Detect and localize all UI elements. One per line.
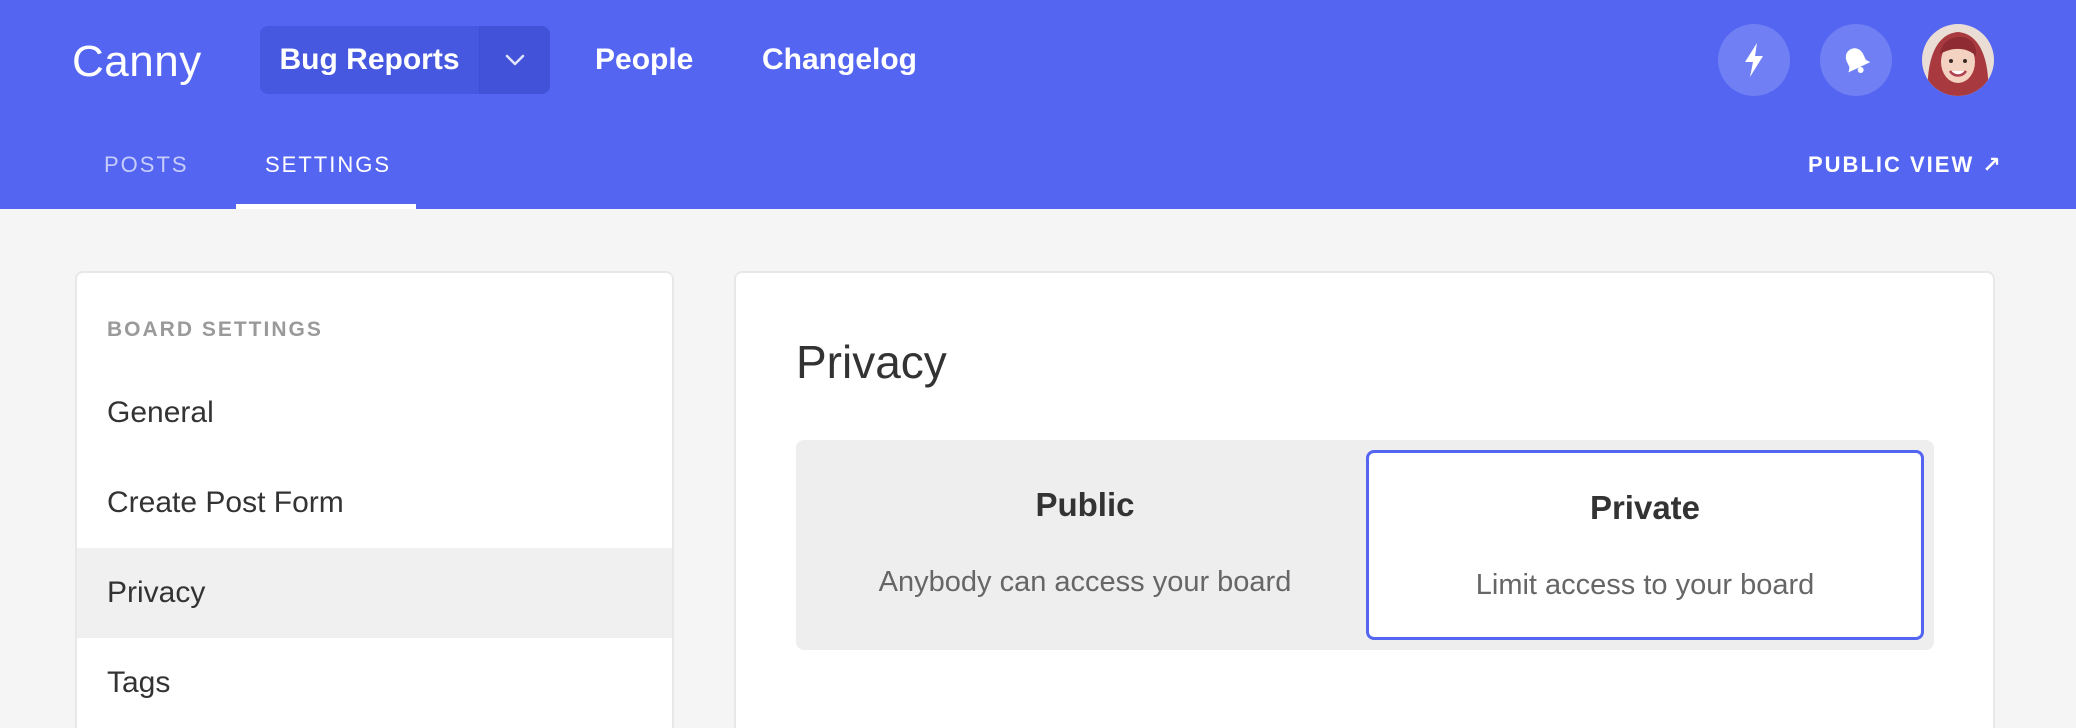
top-header: Canny Bug Reports People Changelog POSTS… (0, 0, 2076, 209)
board-settings-sidebar: BOARD SETTINGS General Create Post Form … (75, 271, 674, 728)
private-option[interactable]: Private Limit access to your board (1366, 450, 1924, 640)
board-dropdown-button[interactable] (480, 26, 550, 94)
public-view-link[interactable]: PUBLIC VIEW ↗ (1808, 145, 2003, 185)
privacy-toggle-group: Public Anybody can access your board Pri… (796, 440, 1934, 650)
avatar-image (1922, 24, 1994, 96)
bell-icon (1845, 48, 1871, 73)
tab-posts[interactable]: POSTS (104, 145, 189, 185)
nav-people-link[interactable]: People (595, 40, 693, 80)
user-avatar[interactable] (1922, 24, 1994, 96)
nav-changelog-link[interactable]: Changelog (762, 40, 917, 80)
private-option-title: Private (1589, 489, 1701, 526)
public-option-description: Anybody can access your board (878, 566, 1292, 598)
canny-logo[interactable]: Canny (72, 34, 202, 90)
tab-settings[interactable]: SETTINGS (265, 145, 391, 185)
sidebar-heading: BOARD SETTINGS (107, 318, 323, 341)
sidebar-item-tags[interactable]: Tags (77, 638, 672, 728)
privacy-panel: Privacy Public Anybody can access your b… (734, 271, 1995, 728)
lightning-button[interactable] (1718, 24, 1790, 96)
sidebar-item-create-post-form[interactable]: Create Post Form (77, 458, 672, 548)
public-option-title: Public (1035, 486, 1135, 523)
notifications-button[interactable] (1820, 24, 1892, 96)
sidebar-item-general[interactable]: General (77, 368, 672, 458)
sidebar-item-privacy[interactable]: Privacy (77, 548, 672, 638)
private-option-description: Limit access to your board (1475, 569, 1815, 601)
lightning-icon (1745, 43, 1763, 77)
board-name-button[interactable]: Bug Reports (260, 26, 480, 94)
chevron-down-icon (505, 54, 525, 66)
active-tab-indicator (236, 204, 416, 209)
page-title: Privacy (796, 336, 947, 388)
board-selector[interactable]: Bug Reports (260, 26, 550, 94)
public-option[interactable]: Public Anybody can access your board (806, 450, 1364, 640)
